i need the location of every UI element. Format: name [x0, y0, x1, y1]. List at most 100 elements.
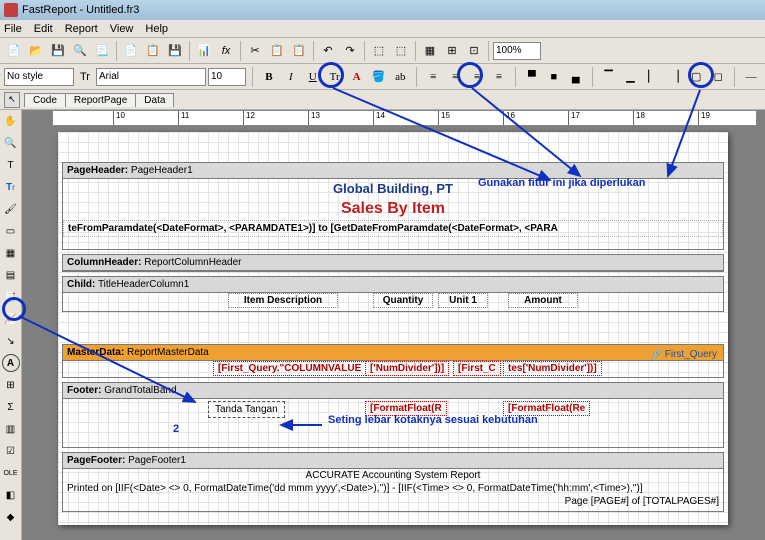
- border-left-button[interactable]: ▏: [642, 67, 662, 87]
- barcode-tool-icon[interactable]: ▥: [2, 420, 20, 438]
- style-select[interactable]: [4, 68, 74, 86]
- master-data-band[interactable]: MasterData: ReportMasterData First_Query…: [62, 344, 724, 378]
- accurate-label[interactable]: ACCURATE Accounting System Report: [63, 469, 723, 482]
- grid-icon[interactable]: ▦: [420, 41, 440, 61]
- master-field-4[interactable]: tes['NumDivider'])]: [503, 361, 602, 376]
- new-icon[interactable]: 📄: [4, 41, 24, 61]
- footer-field-2[interactable]: [FormatFloat(Re: [503, 401, 590, 416]
- format-text-icon[interactable]: Tr: [2, 178, 20, 196]
- menu-help[interactable]: Help: [145, 23, 168, 35]
- group-icon[interactable]: ⬚: [369, 41, 389, 61]
- bold-button[interactable]: B: [259, 67, 279, 87]
- column-header-band[interactable]: ColumnHeader: ReportColumnHeader: [62, 254, 724, 272]
- crosstab-tool-icon[interactable]: ▤: [2, 266, 20, 284]
- fx-icon[interactable]: fx: [216, 41, 236, 61]
- paste-icon[interactable]: 📋: [289, 41, 309, 61]
- align-left-button[interactable]: ≡: [423, 67, 443, 87]
- col-quantity[interactable]: Quantity: [373, 293, 433, 308]
- border-none-button[interactable]: ◻: [708, 67, 728, 87]
- dataset-link[interactable]: First_Query: [651, 349, 717, 360]
- gradient-tool-icon[interactable]: ◧: [2, 486, 20, 504]
- menu-file[interactable]: File: [4, 23, 22, 35]
- subreport-tool-icon[interactable]: 📑: [2, 288, 20, 306]
- a-tool-icon[interactable]: A: [2, 354, 20, 372]
- tab-reportpage[interactable]: ReportPage: [65, 93, 136, 107]
- line-style-button[interactable]: —: [741, 67, 761, 87]
- check-tool-icon[interactable]: ☑: [2, 442, 20, 460]
- border-right-button[interactable]: ▕: [664, 67, 684, 87]
- save-icon[interactable]: 💾: [48, 41, 68, 61]
- condense-button[interactable]: Tr: [325, 67, 345, 87]
- col-unit[interactable]: Unit 1: [438, 293, 488, 308]
- page-setup-icon[interactable]: 📋: [143, 41, 163, 61]
- signature-box[interactable]: Tanda Tangan: [208, 401, 285, 418]
- font-select[interactable]: [96, 68, 206, 86]
- printed-on-expr[interactable]: Printed on [IIF(<Date> <> 0, FormatDateT…: [63, 482, 723, 495]
- master-field-1[interactable]: [First_Query."COLUMNVALUE: [213, 361, 366, 376]
- valign-bot-button[interactable]: ▄: [566, 67, 586, 87]
- col-amount[interactable]: Amount: [508, 293, 578, 308]
- align-right-button[interactable]: ≡: [467, 67, 487, 87]
- fit-icon[interactable]: ⊡: [464, 41, 484, 61]
- tab-data[interactable]: Data: [135, 93, 174, 107]
- pointer-icon[interactable]: ↖: [4, 92, 20, 108]
- shape-tool-icon[interactable]: ◆: [2, 508, 20, 526]
- company-label[interactable]: Global Building, PT: [63, 179, 723, 198]
- page-count-expr[interactable]: Page [PAGE#] of [TOTALPAGES#]: [63, 495, 723, 508]
- ole-tool-icon[interactable]: OLE: [2, 464, 20, 482]
- child-band[interactable]: Child: TitleHeaderColumn1 Item Descripti…: [62, 276, 724, 312]
- valign-mid-button[interactable]: ■: [544, 67, 564, 87]
- menu-edit[interactable]: Edit: [34, 23, 53, 35]
- lines-tool-icon[interactable]: ↘: [2, 332, 20, 350]
- page-footer-band[interactable]: PageFooter: PageFooter1 ACCURATE Account…: [62, 452, 724, 512]
- cut-icon[interactable]: ✂: [245, 41, 265, 61]
- report-page[interactable]: PageHeader: PageHeader1 Global Building,…: [58, 132, 728, 525]
- text-tool-icon[interactable]: T: [2, 156, 20, 174]
- highlight-button[interactable]: ab: [390, 67, 410, 87]
- col-item-desc[interactable]: Item Description: [228, 293, 338, 308]
- menu-report[interactable]: Report: [65, 23, 98, 35]
- redo-icon[interactable]: ↷: [340, 41, 360, 61]
- align-justify-button[interactable]: ≡: [489, 67, 509, 87]
- border-all-button[interactable]: ▢: [686, 67, 706, 87]
- align-center-button[interactable]: ≡: [445, 67, 465, 87]
- italic-button[interactable]: I: [281, 67, 301, 87]
- preview-icon[interactable]: 🔍: [70, 41, 90, 61]
- cursor-tool-icon[interactable]: ✋: [2, 112, 20, 130]
- page-icon[interactable]: 📃: [92, 41, 112, 61]
- report-title[interactable]: Sales By Item: [63, 198, 723, 220]
- master-field-2[interactable]: ['NumDivider'])]: [365, 361, 449, 376]
- snap-icon[interactable]: ⊞: [442, 41, 462, 61]
- zoom-tool-icon[interactable]: 🔍: [2, 134, 20, 152]
- footer-band[interactable]: Footer: GrandTotalBand Tanda Tangan [For…: [62, 382, 724, 448]
- undo-icon[interactable]: ↶: [318, 41, 338, 61]
- copy-icon[interactable]: 📋: [267, 41, 287, 61]
- border-bottom-button[interactable]: ▁: [621, 67, 641, 87]
- menu-view[interactable]: View: [110, 23, 134, 35]
- underline-button[interactable]: U: [303, 67, 323, 87]
- band-header: ColumnHeader: ReportColumnHeader: [63, 255, 723, 271]
- open-icon[interactable]: 📂: [26, 41, 46, 61]
- table-tool-icon[interactable]: ▦: [2, 244, 20, 262]
- master-field-3[interactable]: [First_C: [453, 361, 501, 376]
- brush-tool-icon[interactable]: 🖌: [2, 200, 20, 218]
- save-all-icon[interactable]: 💾: [165, 41, 185, 61]
- chart-tool-icon[interactable]: 📈: [2, 310, 20, 328]
- footer-field-1[interactable]: [FormatFloat(R: [365, 401, 447, 416]
- other1-tool-icon[interactable]: ⊞: [2, 376, 20, 394]
- date-expression[interactable]: teFromParamdate(<DateFormat>, <PARAMDATE…: [63, 220, 723, 237]
- sigma-tool-icon[interactable]: Σ: [2, 398, 20, 416]
- title-bar: FastReport - Untitled.fr3: [0, 0, 765, 20]
- border-top-button[interactable]: ▔: [599, 67, 619, 87]
- ungroup-icon[interactable]: ⬚: [391, 41, 411, 61]
- size-select[interactable]: [208, 68, 246, 86]
- zoom-input[interactable]: [493, 42, 541, 60]
- page-header-band[interactable]: PageHeader: PageHeader1 Global Building,…: [62, 162, 724, 250]
- vars-icon[interactable]: 📊: [194, 41, 214, 61]
- valign-top-button[interactable]: ▀: [522, 67, 542, 87]
- tab-code[interactable]: Code: [24, 93, 66, 107]
- band-tool-icon[interactable]: ▭: [2, 222, 20, 240]
- font-color-button[interactable]: A: [347, 67, 367, 87]
- fill-color-button[interactable]: 🪣: [369, 67, 389, 87]
- page-new-icon[interactable]: 📄: [121, 41, 141, 61]
